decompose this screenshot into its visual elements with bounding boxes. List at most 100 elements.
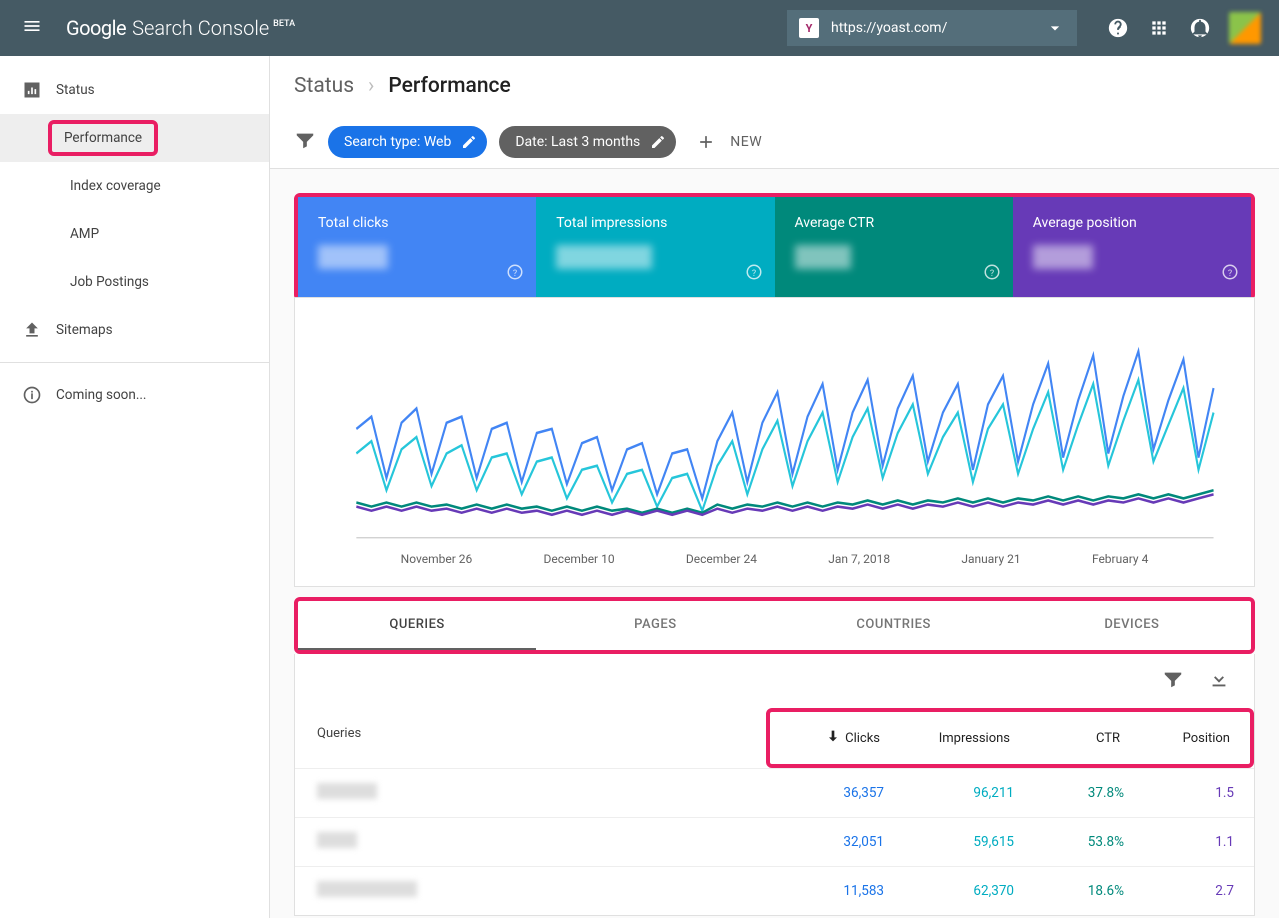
sidebar-item-status[interactable]: Status <box>0 66 269 114</box>
sidebar: Status Performance Index coverage AMP Jo… <box>0 56 270 918</box>
logo-google-text: Google <box>66 16 126 40</box>
clicks-cell: 11,583 <box>774 883 904 899</box>
column-impressions[interactable]: Impressions <box>900 716 1030 760</box>
metric-value-blurred <box>1033 245 1093 269</box>
sidebar-label: Index coverage <box>70 178 161 194</box>
metric-average-ctr[interactable]: Average CTR ? <box>775 197 1013 297</box>
sidebar-label: Performance <box>64 130 142 146</box>
beta-badge: BETA <box>273 19 295 29</box>
sidebar-item-amp[interactable]: AMP <box>0 210 269 258</box>
table-row[interactable]: 36,35796,21137.8%1.5 <box>295 768 1254 817</box>
edit-icon <box>650 134 666 150</box>
sort-desc-icon <box>825 728 845 748</box>
column-clicks[interactable]: Clicks <box>770 716 900 760</box>
chart-x-axis: November 26 December 10 December 24 Jan 7, … <box>325 552 1224 576</box>
svg-text:?: ? <box>990 269 994 279</box>
metric-value-blurred <box>318 245 388 269</box>
position-cell: 1.5 <box>1144 785 1254 801</box>
sidebar-item-performance[interactable]: Performance <box>0 114 269 162</box>
column-ctr[interactable]: CTR <box>1030 716 1140 760</box>
user-avatar[interactable] <box>1229 12 1261 44</box>
query-cell <box>295 832 774 852</box>
clicks-cell: 36,357 <box>774 785 904 801</box>
chart-icon <box>22 80 42 100</box>
column-queries[interactable]: Queries <box>295 708 766 768</box>
add-filter-button[interactable]: NEW <box>696 132 762 152</box>
ctr-cell: 37.8% <box>1034 785 1144 801</box>
x-axis-label: December 10 <box>544 552 615 566</box>
impressions-cell: 59,615 <box>904 834 1034 850</box>
query-cell <box>295 783 774 803</box>
query-cell <box>295 881 774 901</box>
upload-icon <box>22 320 42 340</box>
position-cell: 2.7 <box>1144 883 1254 899</box>
help-icon[interactable]: ? <box>983 263 1001 285</box>
tab-queries[interactable]: QUERIES <box>298 601 536 650</box>
impressions-cell: 62,370 <box>904 883 1034 899</box>
sidebar-label: Sitemaps <box>56 322 113 338</box>
metric-total-clicks[interactable]: Total clicks ? <box>298 197 536 297</box>
sidebar-item-index-coverage[interactable]: Index coverage <box>0 162 269 210</box>
x-axis-label: January 21 <box>961 552 1020 566</box>
svg-text:?: ? <box>1228 269 1232 279</box>
performance-chart: November 26 December 10 December 24 Jan 7, … <box>294 297 1255 587</box>
metric-value-blurred <box>795 245 851 269</box>
x-axis-label: February 4 <box>1092 552 1148 566</box>
queries-table: Queries Clicks Impressions CTR Position … <box>294 654 1255 916</box>
tab-pages[interactable]: PAGES <box>536 601 774 650</box>
help-icon[interactable]: ? <box>1221 263 1239 285</box>
sidebar-item-sitemaps[interactable]: Sitemaps <box>0 306 269 354</box>
table-header: Queries Clicks Impressions CTR Position <box>295 708 1254 768</box>
logo-product-text: Search Console <box>132 16 269 40</box>
clicks-cell: 32,051 <box>774 834 904 850</box>
notifications-icon[interactable] <box>1179 7 1221 49</box>
ctr-cell: 18.6% <box>1034 883 1144 899</box>
sidebar-item-job-postings[interactable]: Job Postings <box>0 258 269 306</box>
property-favicon: Y <box>799 18 819 38</box>
filter-chip-searchtype[interactable]: Search type: Web <box>328 126 487 158</box>
breadcrumb: Status › Performance <box>270 56 1279 116</box>
metrics-highlight: Total clicks ? Total impressions ? Avera… <box>294 193 1255 301</box>
x-axis-label: December 24 <box>686 552 757 566</box>
download-icon[interactable] <box>1208 668 1230 694</box>
tab-countries[interactable]: COUNTRIES <box>775 601 1013 650</box>
property-url: https://yoast.com/ <box>831 20 1045 36</box>
x-axis-label: November 26 <box>401 552 473 566</box>
filter-chip-date[interactable]: Date: Last 3 months <box>499 126 676 158</box>
apps-icon[interactable] <box>1139 8 1179 48</box>
table-row[interactable]: 32,05159,61553.8%1.1 <box>295 817 1254 866</box>
columns-highlight: Clicks Impressions CTR Position <box>766 708 1254 768</box>
line-chart-svg <box>325 318 1224 548</box>
product-logo: Google Search Console BETA <box>66 16 295 40</box>
main-content: Status › Performance Search type: Web Da… <box>270 56 1279 918</box>
filter-bar: Search type: Web Date: Last 3 months NEW <box>270 116 1279 169</box>
help-icon[interactable]: ? <box>506 263 524 285</box>
tabs-highlight: QUERIES PAGES COUNTRIES DEVICES <box>294 597 1255 654</box>
metric-total-impressions[interactable]: Total impressions ? <box>536 197 774 297</box>
property-selector[interactable]: Y https://yoast.com/ <box>787 10 1077 46</box>
svg-text:?: ? <box>751 269 755 279</box>
column-position[interactable]: Position <box>1140 716 1250 760</box>
sidebar-label: Status <box>56 82 95 98</box>
svg-text:?: ? <box>513 269 517 279</box>
help-icon[interactable]: ? <box>745 263 763 285</box>
dropdown-icon <box>1045 18 1065 38</box>
sidebar-label: Coming soon... <box>56 387 147 403</box>
metric-average-position[interactable]: Average position ? <box>1013 197 1251 297</box>
sidebar-label: Job Postings <box>70 274 149 290</box>
breadcrumb-status[interactable]: Status <box>294 74 354 98</box>
metric-value-blurred <box>556 245 652 269</box>
filter-icon[interactable] <box>294 129 316 155</box>
breadcrumb-performance: Performance <box>388 74 510 98</box>
menu-icon[interactable] <box>10 4 54 52</box>
sidebar-label: AMP <box>70 226 99 242</box>
tab-devices[interactable]: DEVICES <box>1013 601 1251 650</box>
sidebar-item-coming-soon: Coming soon... <box>0 371 269 419</box>
position-cell: 1.1 <box>1144 834 1254 850</box>
help-icon[interactable] <box>1097 7 1139 49</box>
x-axis-label: Jan 7, 2018 <box>828 552 890 566</box>
ctr-cell: 53.8% <box>1034 834 1144 850</box>
table-row[interactable]: 11,58362,37018.6%2.7 <box>295 866 1254 915</box>
edit-icon <box>461 134 477 150</box>
filter-icon[interactable] <box>1162 668 1184 694</box>
